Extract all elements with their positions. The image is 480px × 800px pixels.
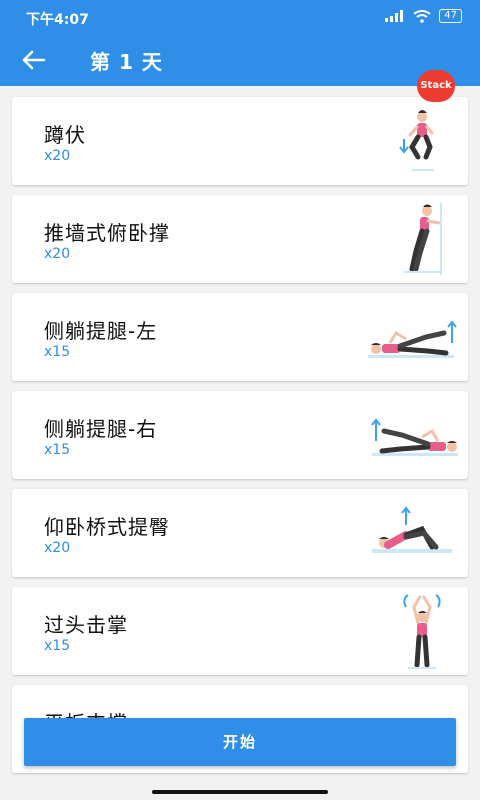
signal-icon xyxy=(385,10,404,22)
app-bar: 第 1 天 xyxy=(0,34,480,86)
status-icons: 47 xyxy=(385,9,462,23)
exercise-card[interactable]: 蹲伏 x20 xyxy=(12,97,468,185)
exercise-card[interactable]: 侧躺提腿-左 x15 xyxy=(12,293,468,381)
exercise-reps: x15 xyxy=(44,442,71,458)
glute-bridge-figure-icon xyxy=(372,506,452,553)
exercise-card[interactable]: 仰卧桥式提臀 x20 xyxy=(12,489,468,577)
exercise-name: 仰卧桥式提臀 xyxy=(44,515,170,539)
battery-icon: 47 xyxy=(439,9,462,23)
status-bar: 下午4:07 47 xyxy=(0,0,480,34)
status-time: 下午4:07 xyxy=(26,12,89,28)
squat-figure-icon xyxy=(399,110,434,171)
exercise-name: 蹲伏 xyxy=(44,123,86,147)
exercise-reps: x20 xyxy=(44,540,71,556)
exercise-card[interactable]: 推墙式俯卧撑 x20 xyxy=(12,195,468,283)
stack-badge[interactable]: Stack xyxy=(417,70,455,102)
side-leg-raise-right-figure-icon xyxy=(371,418,458,456)
exercise-reps: x20 xyxy=(44,148,71,164)
page-title: 第 1 天 xyxy=(90,50,163,74)
exercise-reps: x15 xyxy=(44,344,71,360)
exercise-name: 过头击掌 xyxy=(44,613,128,637)
start-button[interactable]: 开始 xyxy=(24,718,456,766)
home-indicator xyxy=(152,790,328,794)
exercise-name: 推墙式俯卧撑 xyxy=(44,221,170,245)
wifi-icon xyxy=(413,9,431,23)
overhead-clap-figure-icon xyxy=(403,594,441,669)
exercise-card[interactable]: 过头击掌 x15 xyxy=(12,587,468,675)
exercise-card[interactable]: 侧躺提腿-右 x15 xyxy=(12,391,468,479)
exercise-reps: x15 xyxy=(44,638,71,654)
exercise-list: 蹲伏 x20 推墙式俯卧撑 x20 侧躺提腿-左 x15 侧躺提腿-右 x15 … xyxy=(0,86,480,800)
exercise-reps: x20 xyxy=(44,246,71,262)
exercise-name: 侧躺提腿-右 xyxy=(44,417,158,441)
back-arrow-icon[interactable] xyxy=(20,48,48,72)
wall-pushup-figure-icon xyxy=(404,203,442,275)
exercise-name: 侧躺提腿-左 xyxy=(44,319,158,343)
side-leg-raise-left-figure-icon xyxy=(368,320,457,358)
